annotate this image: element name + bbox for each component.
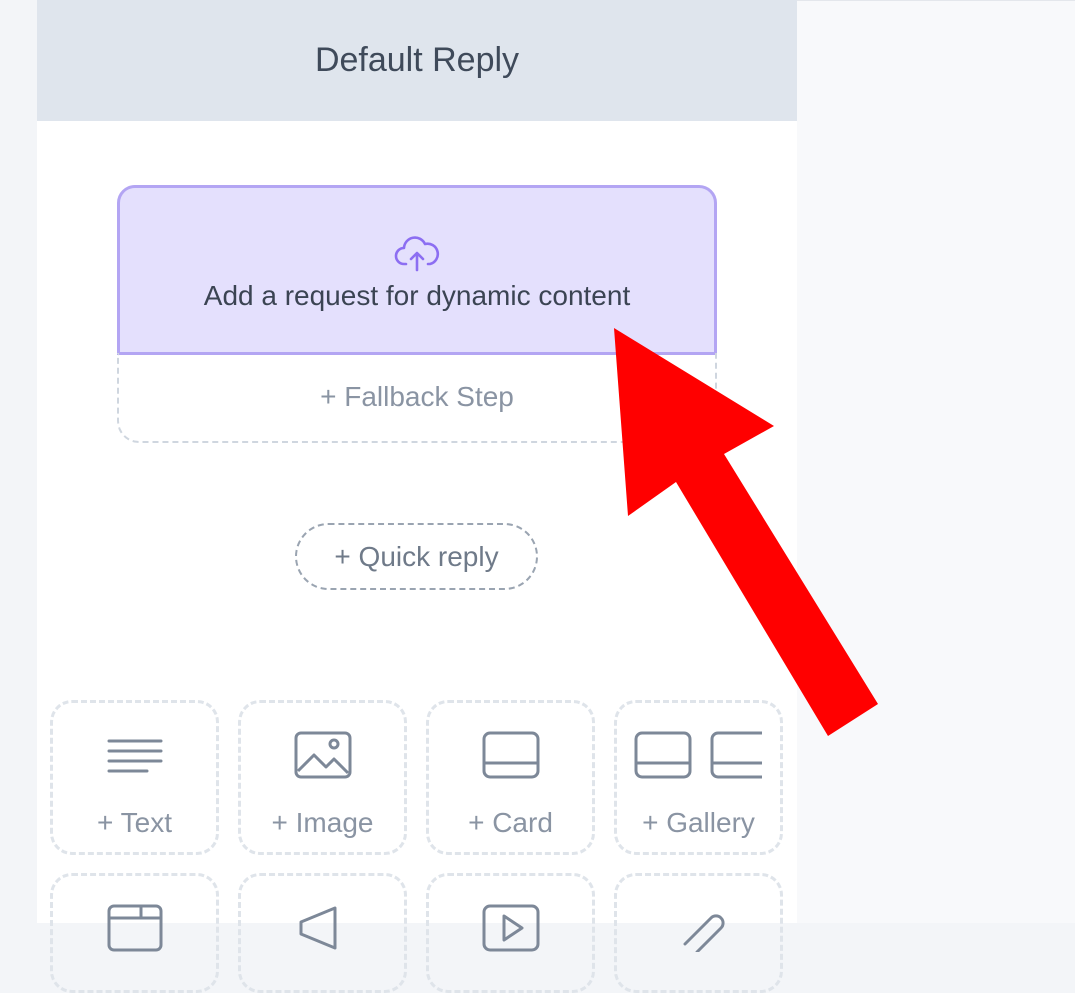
text-lines-icon — [107, 739, 162, 773]
table-icon — [107, 904, 162, 952]
add-table-tile[interactable] — [50, 873, 219, 993]
tile-label: + Text — [97, 807, 172, 838]
card-icon — [482, 731, 539, 779]
add-image-tile[interactable]: + Image — [238, 700, 407, 855]
paperclip-icon — [683, 914, 725, 952]
video-icon — [482, 904, 539, 952]
image-icon — [294, 731, 351, 779]
add-megaphone-tile[interactable] — [238, 873, 407, 993]
panel-title: Default Reply — [37, 0, 797, 121]
cloud-upload-icon — [394, 236, 440, 272]
add-text-tile[interactable]: + Text — [50, 700, 219, 855]
add-quick-reply-button[interactable]: + Quick reply — [295, 523, 538, 590]
add-file-tile[interactable] — [614, 873, 783, 993]
add-card-tile[interactable]: + Card — [426, 700, 595, 855]
add-video-tile[interactable] — [426, 873, 595, 993]
divider — [797, 0, 1075, 1]
annotation-arrow — [614, 328, 878, 736]
tile-label: + Image — [271, 807, 374, 838]
megaphone-icon — [299, 906, 336, 950]
dynamic-content-label: Add a request for dynamic content — [203, 280, 631, 311]
tile-label: + Gallery — [642, 807, 755, 838]
tile-label: + Card — [468, 807, 553, 838]
